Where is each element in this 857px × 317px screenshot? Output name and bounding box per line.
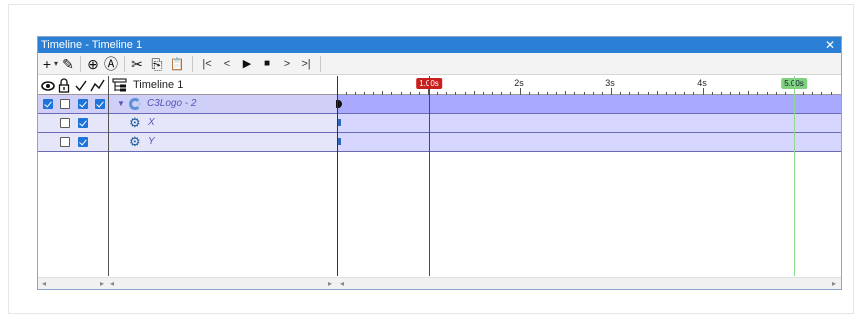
scroll-right-icon[interactable]: ▸ (328, 278, 332, 290)
window-title: Timeline - Timeline 1 (41, 39, 143, 51)
time-ruler[interactable]: 2s 3s 4s 1.00s 5.00s (338, 76, 841, 95)
end-marker-line[interactable] (794, 76, 795, 276)
toolbar-separator (124, 56, 125, 72)
lock-icon[interactable] (58, 77, 70, 94)
property-name: Y (148, 136, 155, 147)
go-to-start-icon[interactable]: |< (199, 55, 215, 73)
playhead-line[interactable] (429, 76, 430, 276)
curve-checkbox[interactable] (95, 99, 105, 109)
edit-pencil-icon[interactable]: ✎ (61, 55, 75, 73)
go-to-end-icon[interactable]: >| (298, 55, 314, 73)
property-row[interactable]: ⚙ X (38, 114, 841, 133)
toolbar: + ▾ ✎ ⊕ Ⓐ ✂ ⎘ 📋 |< < ▶ ■ > >| (38, 53, 841, 75)
horizontal-scrollbar[interactable]: ◂ ▸ ◂ ▸ ◂ ▸ (38, 277, 841, 289)
c3-logo-icon (129, 98, 141, 110)
eye-icon[interactable] (41, 77, 55, 94)
timeline-window: Timeline - Timeline 1 ✕ + ▾ ✎ ⊕ Ⓐ ✂ ⎘ 📋 … (37, 36, 842, 290)
ruler-label-2s: 2s (514, 78, 524, 88)
column-divider[interactable] (337, 76, 338, 276)
toolbar-separator (320, 56, 321, 72)
gear-icon: ⚙ (129, 115, 141, 130)
ruler-tick (520, 88, 521, 95)
property-lane[interactable] (338, 133, 841, 151)
enable-checkbox[interactable] (78, 118, 88, 128)
cut-icon[interactable]: ✂ (129, 55, 145, 73)
ruler-tick (703, 88, 704, 95)
collapse-arrow-icon[interactable]: ▼ (117, 99, 125, 108)
checkmark-icon[interactable] (74, 77, 88, 94)
toolbar-separator (192, 56, 193, 72)
tree-icon[interactable] (112, 77, 128, 94)
step-back-icon[interactable]: < (220, 55, 234, 73)
track-row[interactable]: ▼ C3Logo - 2 (38, 95, 841, 114)
lock-checkbox[interactable] (60, 137, 70, 147)
enable-checkbox[interactable] (78, 99, 88, 109)
ruler-label-4s: 4s (697, 78, 707, 88)
scroll-left-icon[interactable]: ◂ (110, 278, 114, 290)
track-lane[interactable] (338, 95, 841, 113)
copy-icon[interactable]: ⎘ (149, 55, 165, 73)
stop-icon[interactable]: ■ (259, 55, 275, 73)
scroll-left-icon[interactable]: ◂ (42, 278, 46, 290)
ruler-tick (611, 88, 612, 95)
property-row[interactable]: ⚙ Y (38, 133, 841, 152)
scroll-right-icon[interactable]: ▸ (100, 278, 104, 290)
auto-keyframe-icon[interactable]: Ⓐ (103, 55, 119, 73)
toolbar-separator (80, 56, 81, 72)
scroll-right-icon[interactable]: ▸ (832, 278, 836, 290)
property-name: X (148, 117, 155, 128)
ruler-label-3s: 3s (605, 78, 615, 88)
track-name: C3Logo - 2 (147, 98, 197, 109)
gear-icon: ⚙ (129, 134, 141, 149)
timeline-name: Timeline 1 (133, 79, 184, 91)
add-keyframe-icon[interactable]: ⊕ (85, 55, 101, 73)
add-dropdown-icon[interactable]: ▾ (52, 55, 60, 73)
column-divider[interactable] (108, 76, 109, 276)
curve-icon[interactable] (90, 77, 106, 94)
visible-checkbox[interactable] (43, 99, 53, 109)
enable-checkbox[interactable] (78, 137, 88, 147)
scroll-left-icon[interactable]: ◂ (340, 278, 344, 290)
lock-checkbox[interactable] (60, 118, 70, 128)
play-icon[interactable]: ▶ (239, 55, 255, 73)
window-titlebar[interactable]: Timeline - Timeline 1 ✕ (38, 37, 841, 53)
paste-icon[interactable]: 📋 (169, 55, 185, 73)
property-lane[interactable] (338, 114, 841, 132)
step-forward-icon[interactable]: > (280, 55, 294, 73)
close-icon[interactable]: ✕ (825, 37, 835, 53)
lock-checkbox[interactable] (60, 99, 70, 109)
